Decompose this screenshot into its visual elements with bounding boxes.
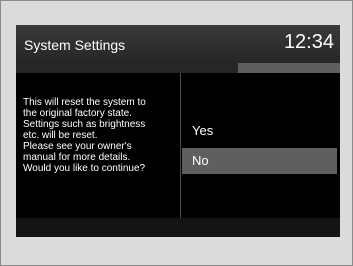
page-title: System Settings — [24, 37, 126, 53]
screenshot-frame: System Settings 12:34 This will reset th… — [0, 0, 353, 266]
tab-3[interactable] — [238, 63, 340, 73]
message-line: etc. will be reset. — [23, 130, 98, 141]
tab-bar — [16, 63, 340, 73]
list-item-below[interactable] — [16, 218, 340, 237]
message-line: manual for more details. — [23, 152, 131, 163]
tab-2[interactable] — [126, 63, 238, 73]
clock: 12:34 — [283, 31, 334, 53]
tab-1[interactable] — [16, 63, 126, 73]
confirmation-dialog: This will reset the system to the origin… — [16, 73, 340, 218]
message-line: Settings such as brightness — [23, 119, 146, 130]
title-bar: System Settings 12:34 — [16, 25, 340, 63]
dialog-divider — [180, 73, 181, 218]
display-screen: System Settings 12:34 This will reset th… — [16, 25, 340, 237]
no-button[interactable]: No — [182, 148, 337, 174]
message-line: the original factory state. — [23, 108, 132, 119]
message-line: Please see your owner's — [23, 141, 132, 152]
message-line: Would you like to continue? — [23, 163, 146, 174]
dialog-message: This will reset the system to the origin… — [23, 97, 173, 174]
message-line: This will reset the system to — [23, 97, 146, 108]
yes-button[interactable]: Yes — [182, 118, 337, 144]
